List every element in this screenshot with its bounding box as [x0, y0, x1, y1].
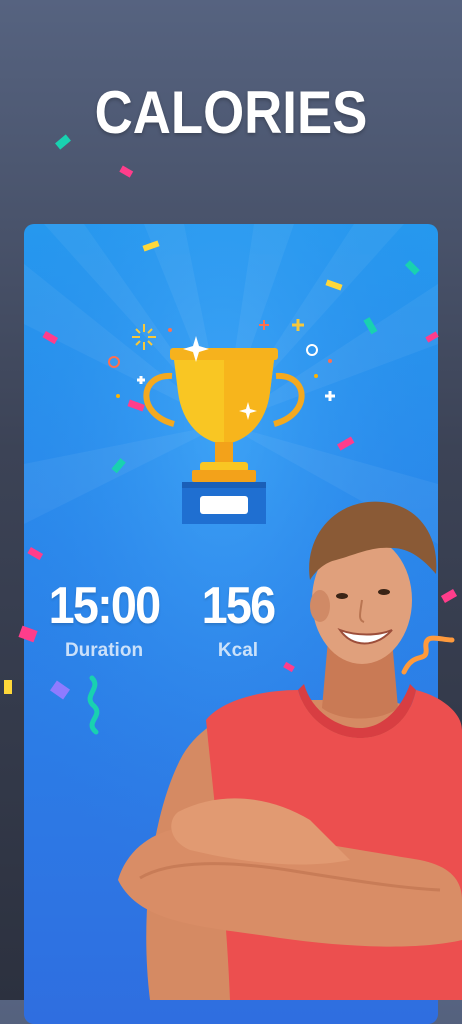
athlete-illustration [118, 501, 462, 1000]
